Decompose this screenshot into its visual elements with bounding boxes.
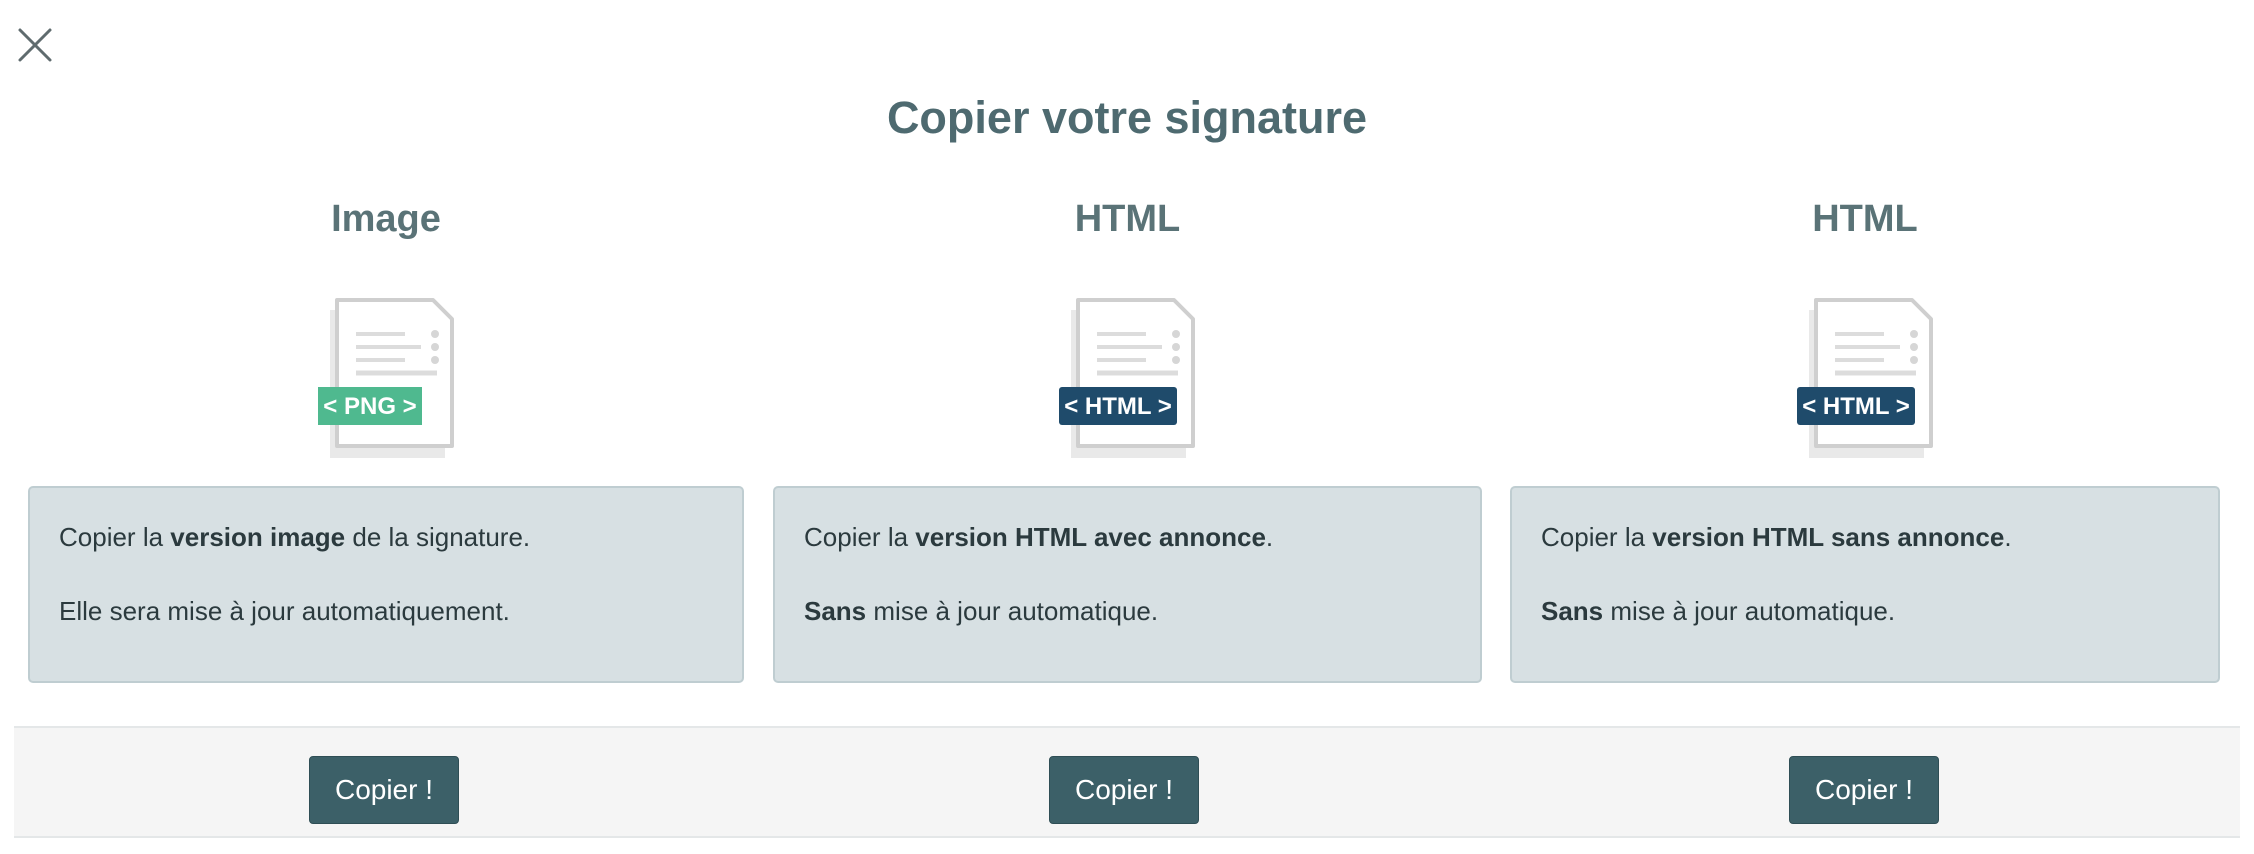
png-file-icon: < PNG > xyxy=(311,292,461,462)
column-heading-html-with-ad: HTML xyxy=(1074,198,1181,240)
column-heading-html-without-ad: HTML xyxy=(1812,198,1918,240)
option-card-html-without-ad: Copier la version HTML sans annonce. San… xyxy=(1510,486,2220,683)
card-description: Copier la version HTML avec annonce. xyxy=(804,522,1274,552)
svg-text:< PNG >: < PNG > xyxy=(323,393,416,420)
copy-html-with-ad-button[interactable]: Copier ! xyxy=(1049,756,1199,824)
card-note: Sans mise à jour automatique. xyxy=(804,596,1159,626)
copy-html-without-ad-button[interactable]: Copier ! xyxy=(1789,756,1939,824)
column-heading-image: Image xyxy=(331,198,441,240)
svg-text:< HTML >: < HTML > xyxy=(1064,393,1172,420)
html-file-icon: < HTML > xyxy=(1052,292,1202,462)
option-card-image: Copier la version image de la signature.… xyxy=(28,486,744,683)
close-icon[interactable] xyxy=(17,27,53,63)
copy-signature-modal: Copier votre signature Image < PNG > Cop… xyxy=(0,0,2254,854)
copy-image-button[interactable]: Copier ! xyxy=(309,756,459,824)
svg-text:< HTML >: < HTML > xyxy=(1802,393,1910,420)
option-card-html-with-ad: Copier la version HTML avec annonce. San… xyxy=(773,486,1482,683)
card-description: Copier la version image de la signature. xyxy=(59,522,531,552)
footer-divider xyxy=(14,836,2240,838)
card-description: Copier la version HTML sans annonce. xyxy=(1541,522,2012,552)
modal-title: Copier votre signature xyxy=(886,92,1368,143)
html-file-icon: < HTML > xyxy=(1790,292,1940,462)
card-note: Elle sera mise à jour automatiquement. xyxy=(59,596,510,626)
card-note: Sans mise à jour automatique. xyxy=(1541,596,1896,626)
